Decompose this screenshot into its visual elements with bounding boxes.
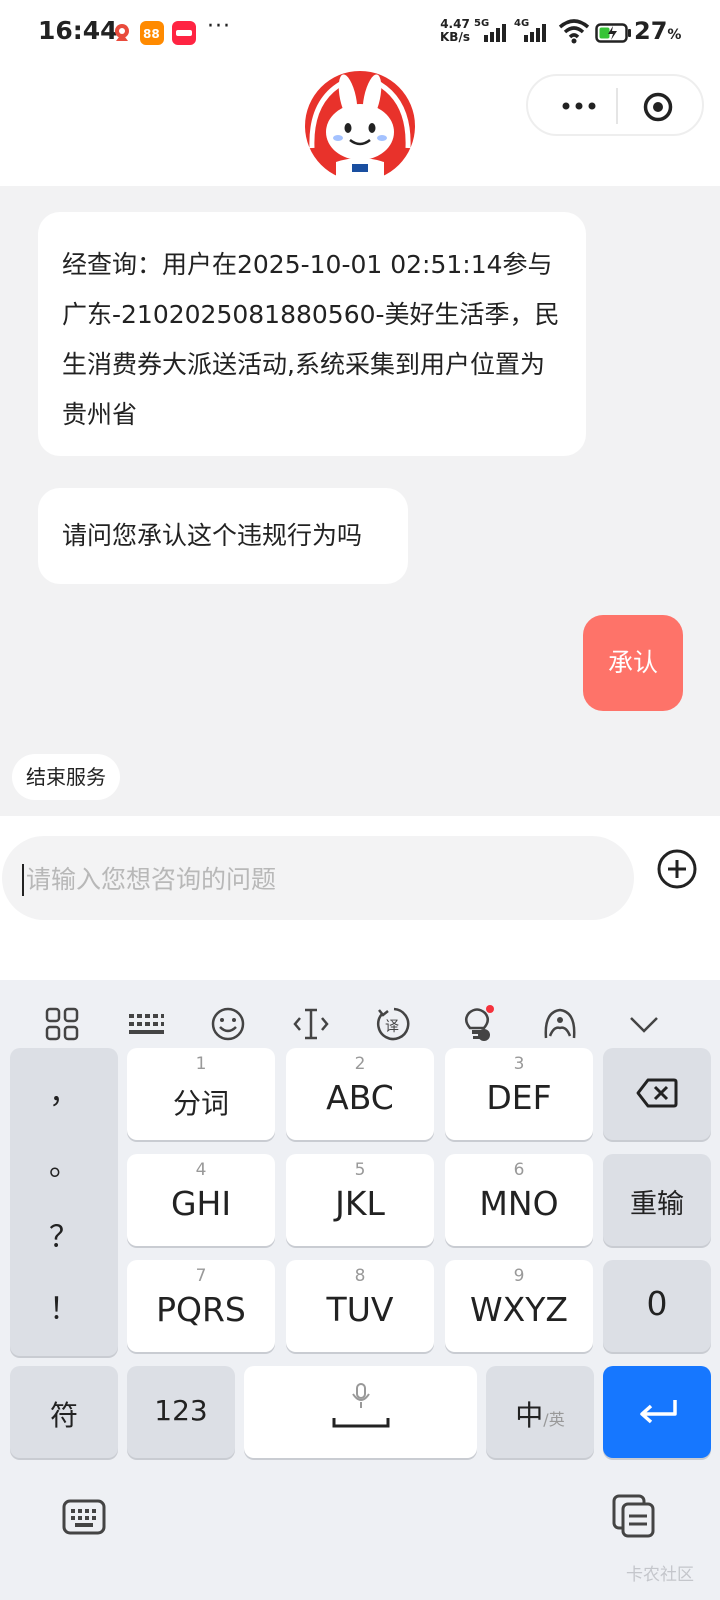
backspace-key[interactable] <box>603 1048 711 1140</box>
end-service-button[interactable]: 结束服务 <box>12 754 120 800</box>
key-1[interactable]: 1 分词 <box>127 1048 275 1140</box>
zero-key[interactable]: 0 <box>603 1260 711 1352</box>
enter-key[interactable] <box>603 1366 711 1458</box>
ime-keyboard: 译 ， 。 ？ ！ 1 分词 2 ABC 3 DEF 4 GHI 5 JKL 6 MNO <box>0 980 720 1600</box>
plus-circle-icon[interactable] <box>656 848 698 890</box>
chat-header <box>0 64 720 186</box>
punctuation-column[interactable]: ， 。 ？ ！ <box>10 1048 118 1356</box>
space-key[interactable] <box>244 1366 477 1458</box>
translate-icon[interactable]: 译 <box>374 1004 414 1044</box>
key-8[interactable]: 8 TUV <box>286 1260 434 1352</box>
chat-area: 经查询：用户在2025-10-01 02:51:14参与广东-210202508… <box>0 186 720 816</box>
space-bar-icon <box>332 1418 390 1428</box>
keyboard-switch-icon[interactable] <box>62 1498 106 1542</box>
punct-key[interactable]: 。 <box>10 1140 118 1184</box>
svg-text:译: 译 <box>385 1019 399 1035</box>
punct-key[interactable]: ， <box>10 1068 118 1112</box>
status-more-icon: ··· <box>207 14 231 39</box>
clipboard-icon[interactable] <box>612 1494 656 1542</box>
key-7[interactable]: 7 PQRS <box>127 1260 275 1352</box>
chevron-down-icon[interactable] <box>624 1004 664 1044</box>
key-9[interactable]: 9 WXYZ <box>445 1260 593 1352</box>
emoji-icon[interactable] <box>208 1004 248 1044</box>
signal-4g-icon: 4G <box>514 18 552 48</box>
capsule-divider <box>616 88 618 124</box>
retype-key[interactable]: 重输 <box>603 1154 711 1246</box>
wifi-icon <box>558 18 590 48</box>
enter-icon <box>640 1400 677 1424</box>
keyboard-icon[interactable] <box>126 1004 166 1044</box>
key-6[interactable]: 6 MNO <box>445 1154 593 1246</box>
punct-key[interactable]: ！ <box>10 1284 118 1328</box>
signal-5g-icon: 5G <box>474 18 512 48</box>
shop-app-icon: 88 <box>140 21 164 45</box>
text-caret <box>22 864 24 896</box>
map-app-icon <box>110 21 134 45</box>
xiaohongshu-app-icon <box>172 21 196 45</box>
language-toggle-key[interactable]: 中/英 <box>486 1366 594 1458</box>
battery-icon <box>595 22 633 48</box>
miniapp-capsule <box>526 74 704 136</box>
status-bar: 16:44 88 ··· 4.47 KB/s 5G 4G 27% <box>0 0 720 64</box>
cursor-icon[interactable] <box>291 1004 331 1044</box>
mascot-icon[interactable] <box>540 1004 580 1044</box>
grid-icon[interactable] <box>42 1004 82 1044</box>
key-5[interactable]: 5 JKL <box>286 1154 434 1246</box>
status-time: 16:44 <box>38 16 118 45</box>
bulb-ai-icon[interactable] <box>457 1004 497 1044</box>
input-placeholder: 请输入您想咨询的问题 <box>26 865 277 894</box>
punct-key[interactable]: ？ <box>10 1212 118 1256</box>
watermark: 卡农社区 <box>626 1565 694 1585</box>
keyboard-bottom-bar <box>0 1460 720 1600</box>
microphone-icon <box>352 1383 370 1408</box>
input-bar: 请输入您想咨询的问题 <box>0 816 720 980</box>
network-speed: 4.47 KB/s <box>440 17 470 44</box>
svg-text:88: 88 <box>143 27 160 41</box>
more-dots-icon[interactable] <box>554 86 604 126</box>
key-2[interactable]: 2 ABC <box>286 1048 434 1140</box>
key-4[interactable]: 4 GHI <box>127 1154 275 1246</box>
key-3[interactable]: 3 DEF <box>445 1048 593 1140</box>
rabbit-mascot-icon <box>304 70 416 182</box>
numbers-key[interactable]: 123 <box>127 1366 235 1458</box>
symbols-key[interactable]: 符 <box>10 1366 118 1458</box>
user-message: 承认 <box>583 615 683 711</box>
bot-message: 经查询：用户在2025-10-01 02:51:14参与广东-210202508… <box>38 212 586 456</box>
bot-message: 请问您承认这个违规行为吗 <box>38 488 408 584</box>
question-input[interactable]: 请输入您想咨询的问题 <box>2 836 634 920</box>
battery-percent: 27% <box>634 17 682 45</box>
close-circle-icon[interactable] <box>642 91 674 123</box>
